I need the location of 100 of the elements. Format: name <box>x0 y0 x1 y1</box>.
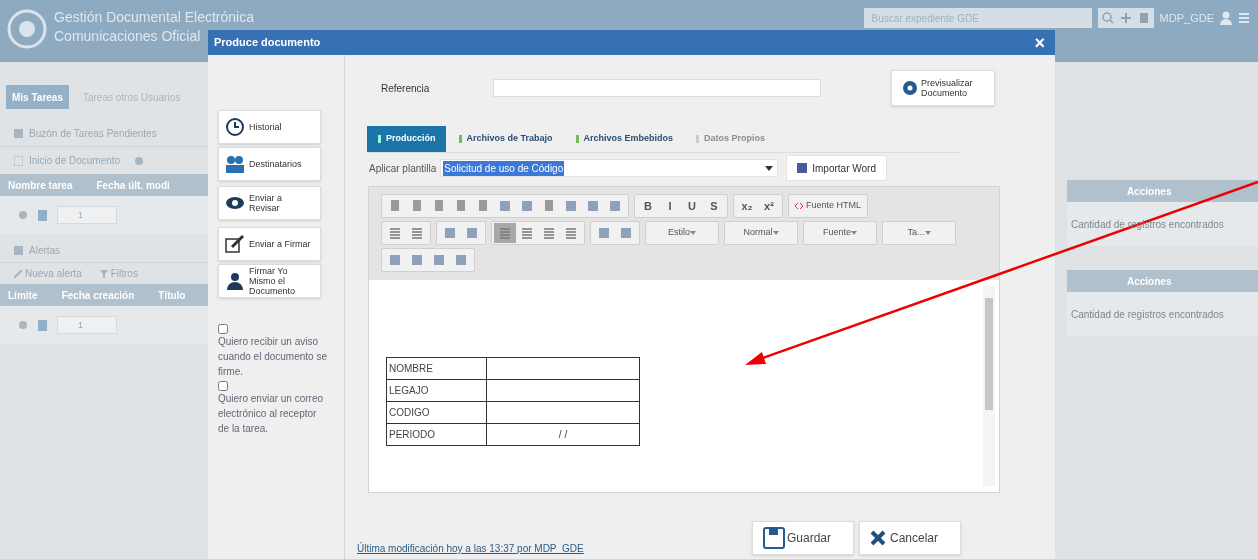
column-header: Límite <box>8 288 38 303</box>
table-cell: PERIODO <box>386 423 487 446</box>
funnel-icon <box>99 269 108 278</box>
column-header: Fecha últ. modi <box>96 178 170 193</box>
table-header: Acciones <box>1067 270 1258 292</box>
preview-button[interactable]: Previsualizar Documento <box>891 70 995 106</box>
toolbar-button[interactable] <box>494 223 516 243</box>
format-dropdown[interactable]: Ta... <box>885 223 953 243</box>
checkbox[interactable] <box>218 324 228 334</box>
format-button[interactable]: U <box>681 196 703 216</box>
dropdown-value: Solicitud de uso de Código <box>443 160 565 176</box>
source-button[interactable]: Fuente HTML <box>791 196 866 216</box>
square-icon <box>433 254 445 266</box>
pencil-icon <box>14 269 22 278</box>
status-text: Cantidad de registros encontrados <box>1071 307 1224 322</box>
square-icon <box>499 200 511 212</box>
tab[interactable]: Archivos Embebidos <box>564 126 684 152</box>
scrollbar[interactable] <box>983 286 995 486</box>
save-button[interactable]: Guardar <box>752 520 854 555</box>
column-header: Fecha creación <box>61 288 135 303</box>
code-icon <box>795 202 803 210</box>
lines-icon <box>565 227 577 239</box>
document-icon <box>14 155 23 166</box>
table-cell: LEGAJO <box>386 379 487 402</box>
square-icon <box>389 254 401 266</box>
search-icon <box>1101 12 1114 24</box>
reference-field[interactable] <box>493 79 821 97</box>
close-button[interactable]: × <box>1034 33 1045 52</box>
app-title: Gestión Documental Electrónica <box>54 8 254 27</box>
option-label: Quiero enviar un correo electrónico al receptor de la tarea. <box>218 392 325 436</box>
action-button[interactable]: Enviar a Firmar <box>218 227 321 261</box>
field-label: Referencia <box>380 81 431 96</box>
page-icon <box>38 209 47 221</box>
column-header: Título <box>158 288 186 303</box>
app-subtitle: Comunicaciones Oficial <box>54 27 202 46</box>
link[interactable]: Última modificación hoy a las 13:37 por MDP_GDE <box>357 541 584 556</box>
format-dropdown[interactable]: Estilo <box>648 223 716 243</box>
action-button[interactable]: Destinatarios <box>218 147 321 181</box>
square-icon <box>609 200 621 212</box>
x-icon <box>870 529 886 546</box>
table-header: Acciones <box>1067 180 1258 202</box>
square-icon <box>411 254 423 266</box>
pen-square-icon <box>225 234 245 254</box>
lines-icon <box>521 227 533 239</box>
clock-icon <box>225 117 245 137</box>
format-button[interactable]: x₂ <box>736 196 758 216</box>
square-icon <box>587 200 599 212</box>
action-button[interactable]: Enviar a Revisar <box>218 186 321 220</box>
caret-icon <box>765 165 774 171</box>
page-icon <box>389 200 401 212</box>
menu-icon <box>1238 12 1250 24</box>
lines-icon <box>543 227 555 239</box>
section-title: Alertas <box>29 243 61 258</box>
square-icon <box>466 227 478 239</box>
square-icon <box>565 200 577 212</box>
format-button[interactable]: I <box>659 196 681 216</box>
caret-icon <box>690 231 696 235</box>
caret-icon <box>924 231 931 235</box>
section-title: Buzón de Tareas Pendientes <box>29 126 157 141</box>
page-icon <box>1137 12 1150 24</box>
format-button[interactable]: B <box>637 196 659 216</box>
format-button[interactable]: S <box>703 196 725 216</box>
lines-icon <box>411 227 423 239</box>
square-icon <box>521 200 533 212</box>
page-icon <box>455 200 467 212</box>
table-cell: / / <box>486 423 640 446</box>
checkbox[interactable] <box>218 381 228 391</box>
caret-icon <box>772 231 779 235</box>
field-label: Aplicar plantilla <box>368 161 437 176</box>
dialog-title: Produce documento <box>214 35 321 51</box>
table-cell: CODIGO <box>386 401 487 424</box>
template-dropdown[interactable]: Solicitud de uso de Código <box>440 159 779 177</box>
square-icon <box>444 227 456 239</box>
action-button[interactable]: Firmar Yo Mismo el Documento <box>218 264 321 298</box>
tab[interactable]: Archivos de Trabajo <box>447 126 563 152</box>
tab[interactable]: Producción <box>367 126 446 152</box>
user-icon <box>1220 11 1232 25</box>
format-dropdown[interactable]: Normal <box>727 223 795 243</box>
column-header: Nombre tarea <box>8 178 73 193</box>
lines-icon <box>389 227 401 239</box>
caret-icon <box>851 231 857 235</box>
cancel-button[interactable]: Cancelar <box>859 520 961 555</box>
square-icon <box>620 227 632 239</box>
emblem-icon <box>6 8 48 50</box>
square-icon <box>598 227 610 239</box>
square-icon <box>455 254 467 266</box>
people-icon <box>225 154 245 174</box>
plus-icon <box>1119 12 1132 24</box>
page-icon <box>38 319 47 331</box>
format-button[interactable]: x² <box>758 196 780 216</box>
page-icon <box>411 200 423 212</box>
save-icon <box>797 163 808 173</box>
tab-icon <box>377 135 383 143</box>
import-button[interactable]: Importar Word <box>786 155 887 181</box>
format-dropdown[interactable]: Fuente <box>806 223 874 243</box>
user-name: MDP_GDE <box>1159 11 1214 26</box>
action-button[interactable]: Historial <box>218 110 321 144</box>
lines-icon <box>499 227 511 239</box>
person-icon <box>225 271 245 291</box>
page-icon <box>477 200 489 212</box>
